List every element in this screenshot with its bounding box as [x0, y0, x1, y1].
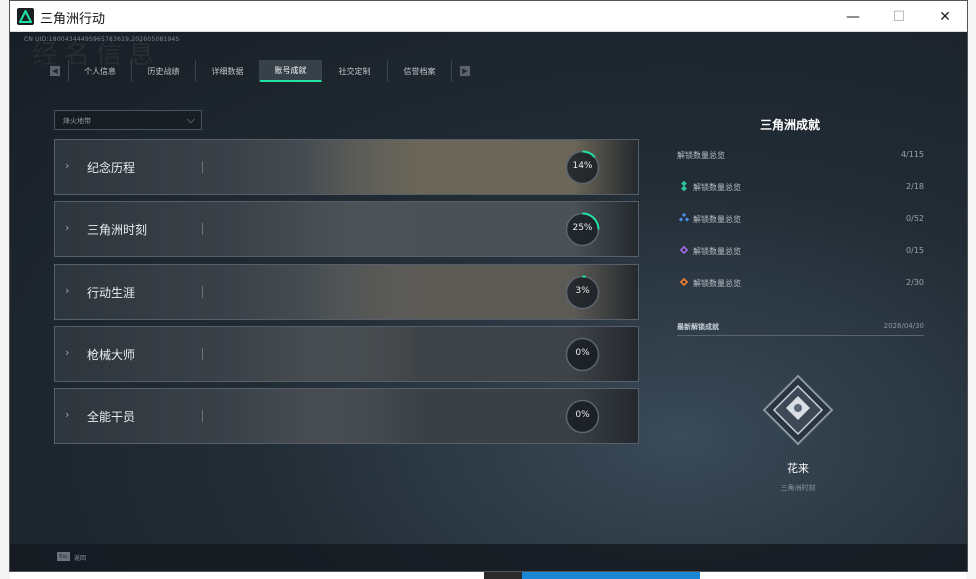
achievement-category-row[interactable]: › 枪械大师 0%: [54, 326, 639, 382]
category-percent: 14%: [572, 161, 593, 171]
tier-label: 解锁数量总览: [693, 279, 741, 288]
tier-row: 解锁数量总览 2/30: [677, 276, 924, 290]
achievement-category-row[interactable]: › 纪念历程 14%: [54, 139, 639, 195]
tab-bar: ◀ 个人信息 历史战绩 详细数据 账号成就 社交定制 信誉档案 ▶: [50, 60, 470, 82]
overall-unlock-value: 4/115: [900, 150, 924, 159]
tab-label: 账号成就: [274, 65, 307, 75]
mode-select-value: 烽火地带: [63, 117, 91, 125]
tab-social[interactable]: 社交定制: [322, 60, 388, 82]
blue-diamond-icon: [679, 213, 689, 222]
category-name: 行动生涯: [87, 286, 136, 300]
tier-value: 0/15: [906, 246, 924, 255]
orange-diamond-icon: [679, 277, 689, 287]
category-name: 全能干员: [87, 410, 136, 424]
tab-label: 历史战绩: [147, 66, 180, 76]
chevron-right-icon: ›: [65, 346, 70, 359]
esc-key-hint[interactable]: Esc: [57, 552, 70, 561]
chevron-right-icon: ›: [65, 284, 70, 297]
achievement-badge-icon[interactable]: [762, 374, 834, 446]
badge-category: 三角洲时刻: [780, 484, 816, 492]
category-percent: 0%: [575, 410, 590, 420]
category-percent: 3%: [575, 286, 590, 296]
minimize-button[interactable]: —: [830, 1, 876, 32]
chevron-right-icon: ›: [65, 408, 70, 421]
badge-name: 花来: [787, 462, 809, 475]
latest-unlock-label: 最新解锁成就: [677, 323, 719, 331]
chevron-down-icon: ⌵: [186, 113, 195, 126]
category-percent: 25%: [572, 223, 593, 233]
tier-value: 2/30: [906, 278, 924, 287]
mode-select[interactable]: 烽火地带 ⌵: [54, 110, 202, 130]
title-bar[interactable]: 三角洲行动 — ☐ ✕: [10, 1, 967, 32]
tier-row: 解锁数量总览 0/15: [677, 244, 924, 258]
tab-achievements[interactable]: 账号成就: [260, 60, 322, 82]
tab-next-icon[interactable]: ▶: [460, 66, 470, 76]
divider: [202, 223, 203, 235]
category-name: 三角洲时刻: [87, 223, 148, 237]
tier-value: 0/52: [906, 214, 924, 223]
category-name: 纪念历程: [87, 161, 136, 175]
latest-unlock-header: 最新解锁成就 2026/04/30: [677, 322, 924, 336]
tier-row: 解锁数量总览 0/52: [677, 212, 924, 226]
footer-bar: Esc 返回: [10, 544, 967, 571]
overall-unlock-row: 解锁数量总览 4/115: [677, 148, 924, 162]
divider: [202, 286, 203, 298]
tab-label: 个人信息: [84, 66, 116, 76]
tab-history[interactable]: 历史战绩: [132, 60, 196, 82]
app-window: 三角洲行动 — ☐ ✕ 经名信息 CN UID:1800434449596578…: [9, 0, 968, 572]
app-logo-icon: [17, 8, 34, 25]
latest-unlock-date: 2026/04/30: [883, 322, 924, 330]
chevron-right-icon: ›: [65, 159, 70, 172]
tier-row: 解锁数量总览 2/18: [677, 180, 924, 194]
window-title: 三角洲行动: [40, 12, 106, 27]
close-button[interactable]: ✕: [922, 1, 967, 32]
tab-label: 社交定制: [338, 66, 371, 76]
chevron-right-icon: ›: [65, 221, 70, 234]
tab-reputation[interactable]: 信誉档案: [388, 60, 452, 82]
main-content: 经名信息 CN UID:18004344495965783619,2026050…: [10, 32, 967, 571]
maximize-button[interactable]: ☐: [876, 1, 922, 32]
category-percent: 0%: [575, 348, 590, 358]
tier-label: 解锁数量总览: [693, 215, 741, 224]
tab-detailed-data[interactable]: 详细数据: [196, 60, 260, 82]
overall-unlock-label: 解锁数量总览: [677, 151, 725, 160]
summary-title: 三角洲成就: [760, 118, 821, 132]
tab-personal-info[interactable]: 个人信息: [68, 60, 132, 82]
purple-diamond-icon: [679, 245, 689, 255]
back-label[interactable]: 返回: [74, 553, 86, 562]
tab-prev-icon[interactable]: ◀: [50, 66, 60, 76]
tab-label: 详细数据: [211, 66, 244, 76]
tier-label: 解锁数量总览: [693, 183, 741, 192]
divider: [202, 348, 203, 360]
achievement-category-row[interactable]: › 三角洲时刻 25%: [54, 201, 639, 257]
tab-label: 信誉档案: [403, 66, 436, 76]
category-name: 枪械大师: [87, 348, 136, 362]
green-diamond-icon: [681, 181, 687, 191]
tier-value: 2/18: [906, 182, 924, 191]
achievement-category-row[interactable]: › 全能干员 0%: [54, 388, 639, 444]
uid-label: CN UID:18004344495965783619,20260508194S: [24, 36, 180, 43]
achievement-category-row[interactable]: › 行动生涯 3%: [54, 264, 639, 320]
divider: [202, 410, 203, 422]
tier-label: 解锁数量总览: [693, 247, 741, 256]
divider: [202, 161, 203, 173]
